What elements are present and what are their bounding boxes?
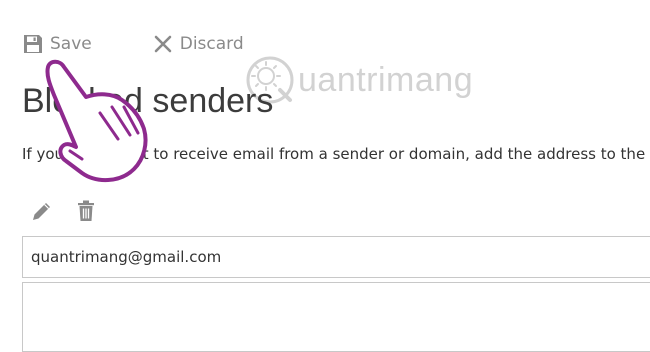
save-label: Save xyxy=(50,34,92,54)
watermark: uantrimang xyxy=(244,52,473,108)
blocked-senders-list[interactable] xyxy=(22,282,650,352)
toolbar: Save Discard xyxy=(22,30,244,58)
discard-button[interactable]: Discard xyxy=(152,33,244,55)
list-actions xyxy=(30,199,118,223)
email-field[interactable] xyxy=(22,236,650,278)
x-icon xyxy=(152,33,174,55)
trash-icon[interactable] xyxy=(74,199,98,223)
page-title: Blocked senders xyxy=(22,82,274,120)
floppy-disk-icon xyxy=(22,33,44,55)
save-button[interactable]: Save xyxy=(22,33,92,55)
discard-label: Discard xyxy=(179,34,244,54)
watermark-text: uantrimang xyxy=(298,60,474,99)
page-description: If you don't want to receive email from … xyxy=(22,145,650,163)
pencil-icon[interactable] xyxy=(30,199,54,223)
